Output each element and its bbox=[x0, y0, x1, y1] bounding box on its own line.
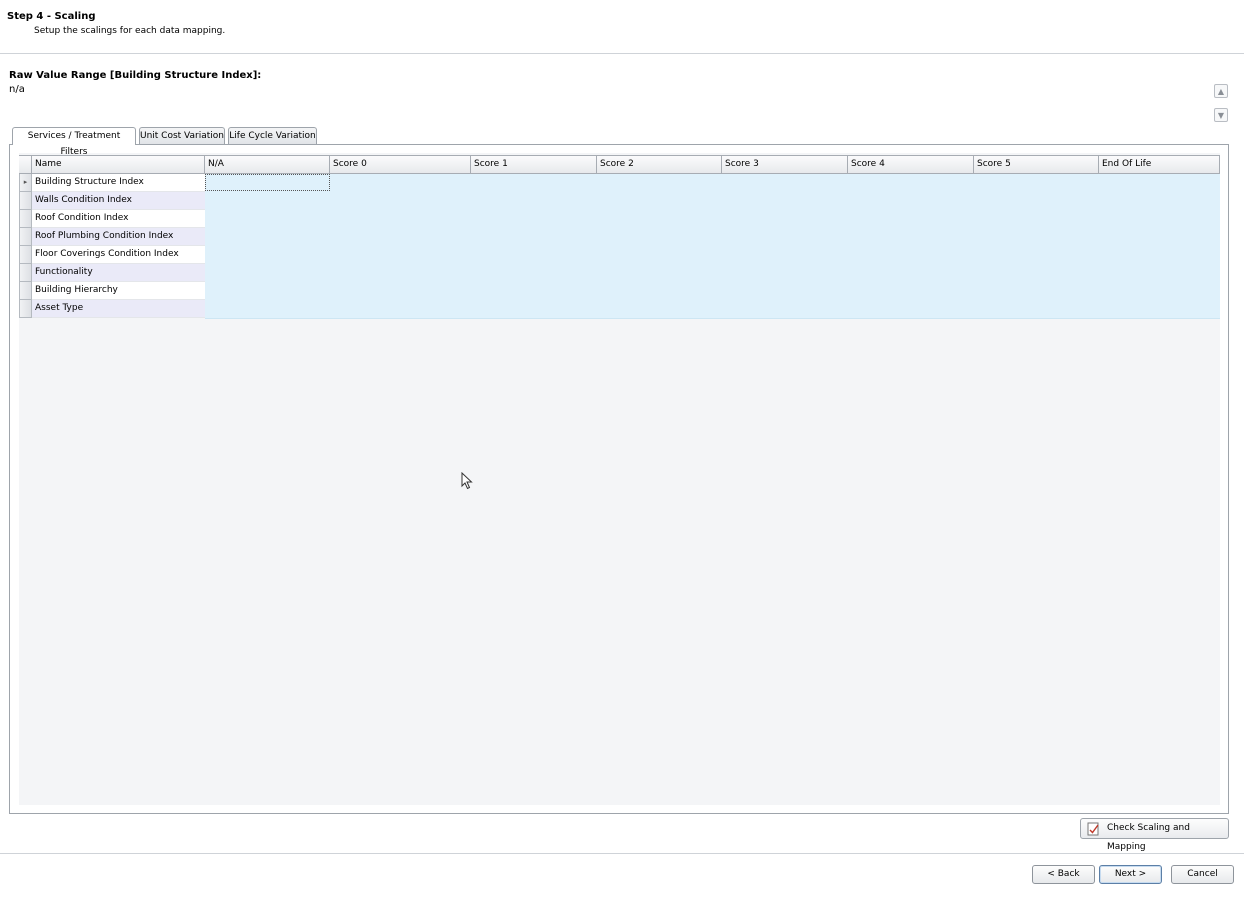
tab-life-cycle-variation[interactable]: Life Cycle Variation bbox=[228, 127, 317, 144]
row-name-cell[interactable]: Floor Coverings Condition Index bbox=[32, 246, 205, 264]
column-header[interactable]: Score 0 bbox=[330, 156, 471, 174]
raw-value-range-value: n/a bbox=[9, 84, 25, 95]
wizard-header: Step 4 - Scaling Setup the scalings for … bbox=[0, 0, 1244, 54]
table-row[interactable]: Roof Plumbing Condition Index bbox=[19, 228, 1220, 247]
column-header[interactable]: Score 1 bbox=[471, 156, 597, 174]
row-name-cell[interactable]: Building Hierarchy bbox=[32, 282, 205, 300]
score-cells[interactable] bbox=[205, 246, 1220, 265]
tab-panel: Name N/A Score 0 Score 1 Score 2 Score 3 Score… bbox=[9, 144, 1229, 814]
check-scaling-label: Check Scaling and Mapping bbox=[1107, 823, 1190, 852]
step-title: Step 4 - Scaling bbox=[7, 11, 96, 22]
table-row[interactable]: Roof Condition Index bbox=[19, 210, 1220, 229]
table-row[interactable]: Functionality bbox=[19, 264, 1220, 283]
document-check-icon bbox=[1087, 822, 1099, 836]
grid-header: Name N/A Score 0 Score 1 Score 2 Score 3 Score… bbox=[19, 155, 1220, 174]
row-selector[interactable] bbox=[19, 282, 32, 300]
row-name-cell[interactable]: Roof Plumbing Condition Index bbox=[32, 228, 205, 246]
scroll-down-button[interactable]: ▼ bbox=[1214, 108, 1228, 122]
table-row[interactable]: Floor Coverings Condition Index bbox=[19, 246, 1220, 265]
triangle-right-icon: ▸ bbox=[23, 178, 28, 186]
row-name-cell[interactable]: Building Structure Index bbox=[32, 174, 205, 192]
column-header[interactable]: Score 5 bbox=[974, 156, 1099, 174]
cancel-button[interactable]: Cancel bbox=[1171, 865, 1234, 884]
table-row[interactable]: ▸ Building Structure Index bbox=[19, 174, 1220, 193]
row-selector[interactable] bbox=[19, 192, 32, 210]
row-name-cell[interactable]: Asset Type bbox=[32, 300, 205, 318]
score-cells[interactable] bbox=[205, 192, 1220, 211]
scroll-up-button[interactable]: ▲ bbox=[1214, 84, 1228, 98]
score-cells[interactable] bbox=[205, 228, 1220, 247]
column-header[interactable]: Score 2 bbox=[597, 156, 722, 174]
back-button[interactable]: < Back bbox=[1032, 865, 1095, 884]
raw-value-range-label: Raw Value Range [Building Structure Inde… bbox=[9, 70, 262, 81]
grid-corner-cell bbox=[19, 156, 32, 174]
column-header[interactable]: Score 3 bbox=[722, 156, 848, 174]
row-name-cell[interactable]: Functionality bbox=[32, 264, 205, 282]
row-selector[interactable] bbox=[19, 300, 32, 318]
column-header[interactable]: Score 4 bbox=[848, 156, 974, 174]
chevron-down-icon: ▼ bbox=[1217, 111, 1225, 120]
table-row[interactable]: Walls Condition Index bbox=[19, 192, 1220, 211]
score-cells[interactable] bbox=[205, 300, 1220, 319]
step-subtitle: Setup the scalings for each data mapping… bbox=[34, 26, 226, 36]
focused-cell[interactable] bbox=[205, 174, 330, 191]
row-selector[interactable] bbox=[19, 264, 32, 282]
tab-unit-cost-variation[interactable]: Unit Cost Variation bbox=[139, 127, 225, 144]
chevron-up-icon: ▲ bbox=[1217, 87, 1225, 96]
table-row[interactable]: Asset Type bbox=[19, 300, 1220, 319]
row-name-cell[interactable]: Walls Condition Index bbox=[32, 192, 205, 210]
scaling-grid[interactable]: Name N/A Score 0 Score 1 Score 2 Score 3 Score… bbox=[19, 153, 1220, 805]
row-name-cell[interactable]: Roof Condition Index bbox=[32, 210, 205, 228]
row-selector[interactable] bbox=[19, 246, 32, 264]
table-row[interactable]: Building Hierarchy bbox=[19, 282, 1220, 301]
mouse-pointer-icon bbox=[461, 472, 473, 490]
next-button[interactable]: Next > bbox=[1099, 865, 1162, 884]
check-scaling-button[interactable]: Check Scaling and Mapping bbox=[1080, 818, 1229, 852]
column-header[interactable]: End Of Life bbox=[1099, 156, 1220, 174]
score-cells[interactable] bbox=[205, 174, 1220, 193]
score-cells[interactable] bbox=[205, 210, 1220, 229]
footer-divider bbox=[0, 853, 1244, 854]
score-cells[interactable] bbox=[205, 282, 1220, 301]
row-selector[interactable] bbox=[19, 228, 32, 246]
row-selector[interactable]: ▸ bbox=[19, 174, 32, 192]
column-header[interactable]: Name bbox=[32, 156, 205, 174]
score-cells[interactable] bbox=[205, 264, 1220, 283]
row-selector[interactable] bbox=[19, 210, 32, 228]
tab-services-treatment-filters[interactable]: Services / Treatment Filters bbox=[12, 127, 136, 157]
column-header[interactable]: N/A bbox=[205, 156, 330, 174]
